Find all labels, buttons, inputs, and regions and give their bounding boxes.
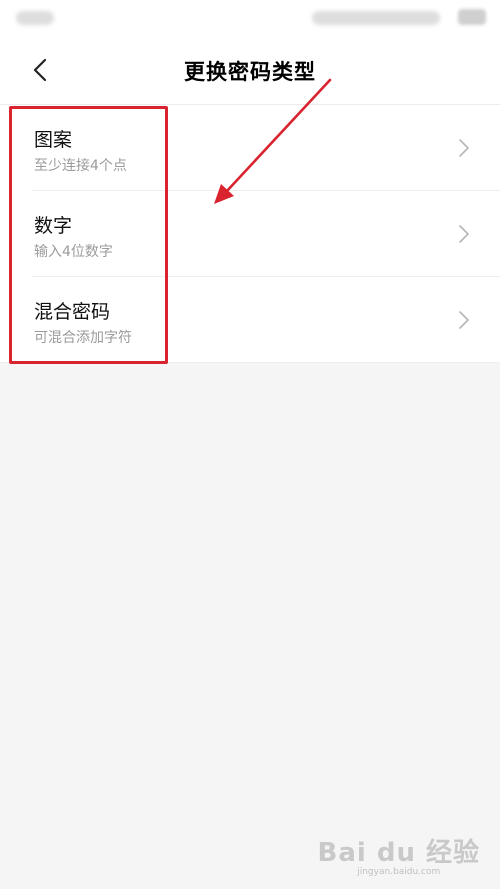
baidu-jingyan-logo: Bai du 经验	[317, 838, 480, 868]
status-icons-blurred	[312, 11, 440, 25]
chevron-right-icon	[459, 139, 469, 157]
status-time-blurred	[16, 11, 54, 25]
chevron-right-icon	[459, 311, 469, 329]
battery-icon	[458, 9, 486, 25]
chevron-right-icon	[459, 225, 469, 243]
status-bar	[0, 0, 500, 36]
watermark: Bai du 经验 jingyan.baidu.com	[318, 832, 481, 877]
annotation-highlight-box	[9, 106, 168, 364]
header: 更换密码类型	[0, 36, 500, 105]
page-title: 更换密码类型	[184, 60, 316, 84]
